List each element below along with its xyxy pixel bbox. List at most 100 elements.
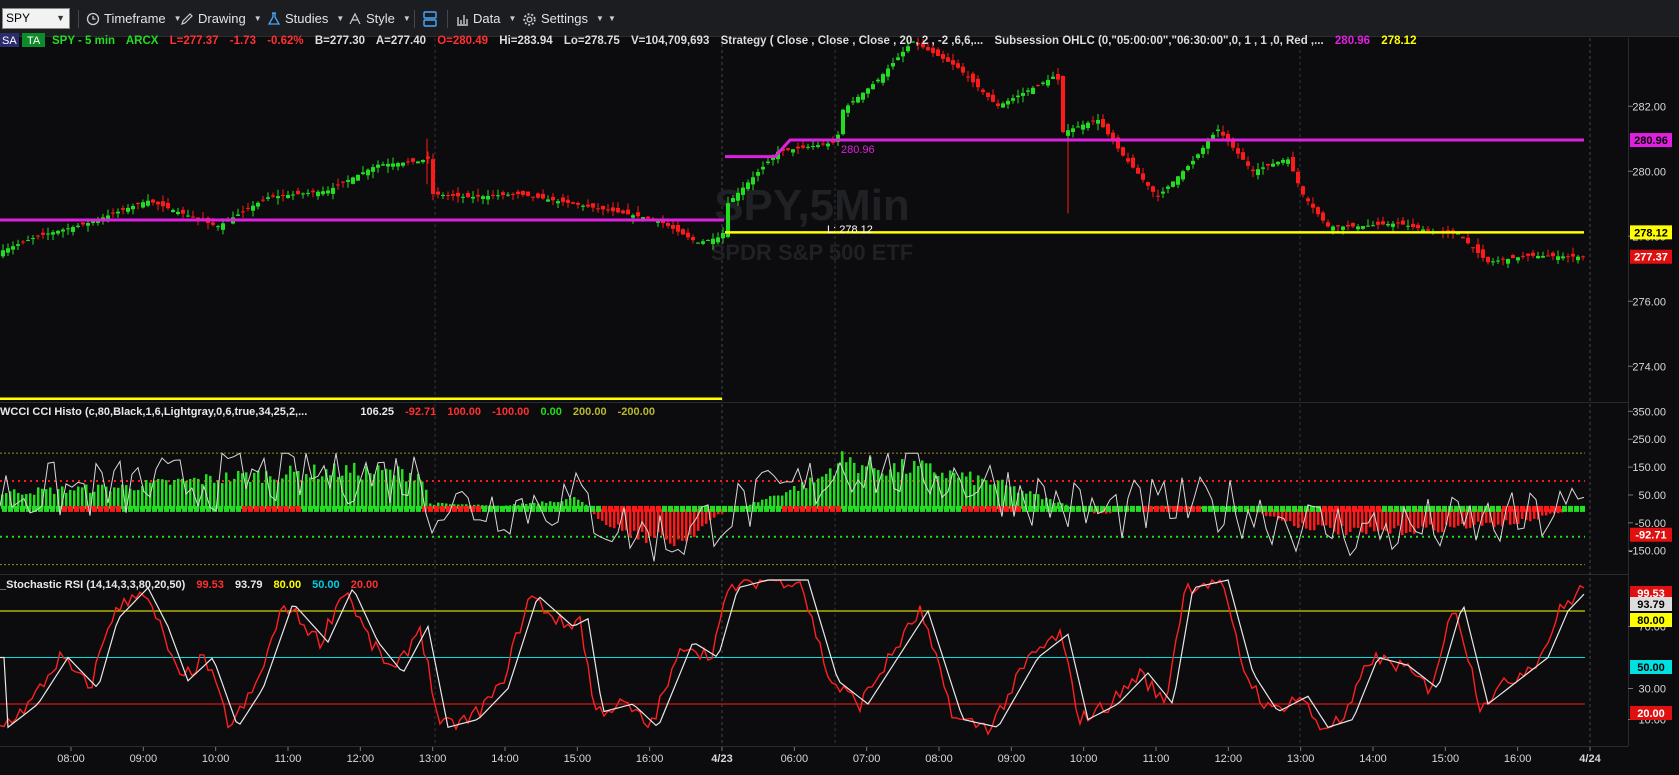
candle-body xyxy=(166,202,170,209)
cci-histogram-bar xyxy=(241,473,244,509)
candle-body xyxy=(711,238,715,245)
candle-body xyxy=(296,190,300,194)
cci-zero-dot xyxy=(242,505,247,512)
candle-body xyxy=(381,164,385,166)
cci-histogram-bar xyxy=(885,475,888,509)
candle-body xyxy=(141,202,145,208)
cci-histogram-bar xyxy=(825,473,828,509)
candle-body xyxy=(1556,256,1560,260)
time-axis[interactable]: 08:00 09:00 10:00 11:00 12:00 13:00 14:00 15:00… xyxy=(0,747,1679,775)
cci-zero-dot xyxy=(188,505,193,512)
cci-tick-label: -150.00 xyxy=(1629,546,1666,558)
cci-zero-dot xyxy=(248,505,253,512)
cci-zero-dot xyxy=(428,505,433,512)
cci-histogram-bar xyxy=(153,480,156,509)
candle-body xyxy=(1466,237,1470,244)
cci-histogram-bar xyxy=(965,476,968,509)
candle-body xyxy=(966,76,970,78)
candle-body xyxy=(991,94,995,102)
candle-body xyxy=(1061,75,1065,133)
cci-zero-dot xyxy=(296,505,301,512)
candle-body xyxy=(111,212,115,214)
cci-tick-label: 150.00 xyxy=(1632,462,1666,474)
stoch-badge-text: 80.00 xyxy=(1637,615,1665,627)
candle-body xyxy=(156,201,160,205)
candle-body xyxy=(1401,220,1405,225)
cci-v4: -100.00 xyxy=(492,406,529,418)
time-tick-label: 16:00 xyxy=(636,753,664,765)
cci-zero-dot xyxy=(152,505,157,512)
candle-body xyxy=(1156,195,1160,197)
time-tick-label: 14:00 xyxy=(491,753,519,765)
cci-zero-dot xyxy=(50,505,55,512)
cci-label: WCCI CCI Histo (c,80,Black,1,6,Lightgray… xyxy=(0,406,307,418)
candle-body xyxy=(436,191,440,195)
candle-body xyxy=(251,205,255,211)
cci-histogram-bar xyxy=(161,479,164,509)
candle-body xyxy=(1166,186,1170,189)
candle-body xyxy=(1286,159,1290,164)
candle-body xyxy=(716,237,720,243)
cci-zero-dot xyxy=(722,505,727,512)
candle-body xyxy=(476,194,480,197)
cci-zero-dot xyxy=(854,505,859,512)
candle-body xyxy=(841,109,845,135)
candle-body xyxy=(1076,126,1080,128)
cci-histogram-bar xyxy=(829,468,832,509)
candle-body xyxy=(491,194,495,196)
candle-body xyxy=(1326,222,1330,227)
candle-body xyxy=(376,164,380,168)
candle-body xyxy=(1006,100,1010,105)
candle-body xyxy=(1261,167,1265,169)
candle-body xyxy=(1511,255,1515,259)
cci-zero-dot xyxy=(764,505,769,512)
candle-body xyxy=(676,225,680,232)
cci-zero-dot xyxy=(782,505,787,512)
cci-v3: 100.00 xyxy=(447,406,481,418)
price-axis[interactable]: 282.00280.00278.00276.00274.00280.96278.… xyxy=(1628,38,1679,746)
cci-histogram-bar xyxy=(97,484,100,509)
time-axis-background xyxy=(0,747,1679,775)
cci-zero-dot xyxy=(362,505,367,512)
chart-canvas[interactable]: SPY,5Min SPDR S&P 500 ETF 280.96 L: 278.… xyxy=(0,0,1679,775)
cci-zero-dot xyxy=(938,505,943,512)
cci-zero-dot xyxy=(1076,505,1081,512)
candle-body xyxy=(731,198,735,203)
candle-body xyxy=(791,149,795,153)
candle-body xyxy=(266,197,270,199)
candle-body xyxy=(26,240,30,242)
cci-histogram-bar xyxy=(1433,508,1436,531)
cci-zero-dot xyxy=(1286,505,1291,512)
cci-zero-dot xyxy=(1346,505,1351,512)
cci-histogram-bar xyxy=(985,480,988,509)
candle-body xyxy=(1456,233,1460,235)
cci-zero-dot xyxy=(1016,505,1021,512)
cci-zero-dot xyxy=(92,505,97,512)
cci-histogram-bar xyxy=(809,477,812,509)
cci-histogram-bar xyxy=(1441,508,1444,533)
price-badge-text: 278.12 xyxy=(1634,227,1668,239)
candle-body xyxy=(6,248,10,253)
cci-zero-dot xyxy=(776,505,781,512)
candle-body xyxy=(1341,226,1345,230)
candle-body xyxy=(41,232,45,235)
cci-zero-dot xyxy=(440,505,445,512)
candle-body xyxy=(906,46,910,52)
cci-histogram-bar xyxy=(833,475,836,509)
candle-body xyxy=(1321,212,1325,221)
candle-body xyxy=(576,202,580,205)
cci-badge-text: -92.71 xyxy=(1635,530,1666,542)
cci-zero-dot xyxy=(758,505,763,512)
candle-body xyxy=(1021,92,1025,96)
cci-histogram-bar xyxy=(1001,479,1004,509)
candle-body xyxy=(1426,229,1430,231)
cci-zero-dot xyxy=(1580,505,1585,512)
cci-zero-dot xyxy=(1178,505,1183,512)
cci-histogram-bar xyxy=(317,478,320,509)
cci-zero-dot xyxy=(614,505,619,512)
cci-zero-dot xyxy=(656,505,661,512)
cci-zero-dot xyxy=(1454,505,1459,512)
candle-body xyxy=(326,190,330,194)
candle-body xyxy=(521,191,525,195)
candle-body xyxy=(1491,261,1495,263)
